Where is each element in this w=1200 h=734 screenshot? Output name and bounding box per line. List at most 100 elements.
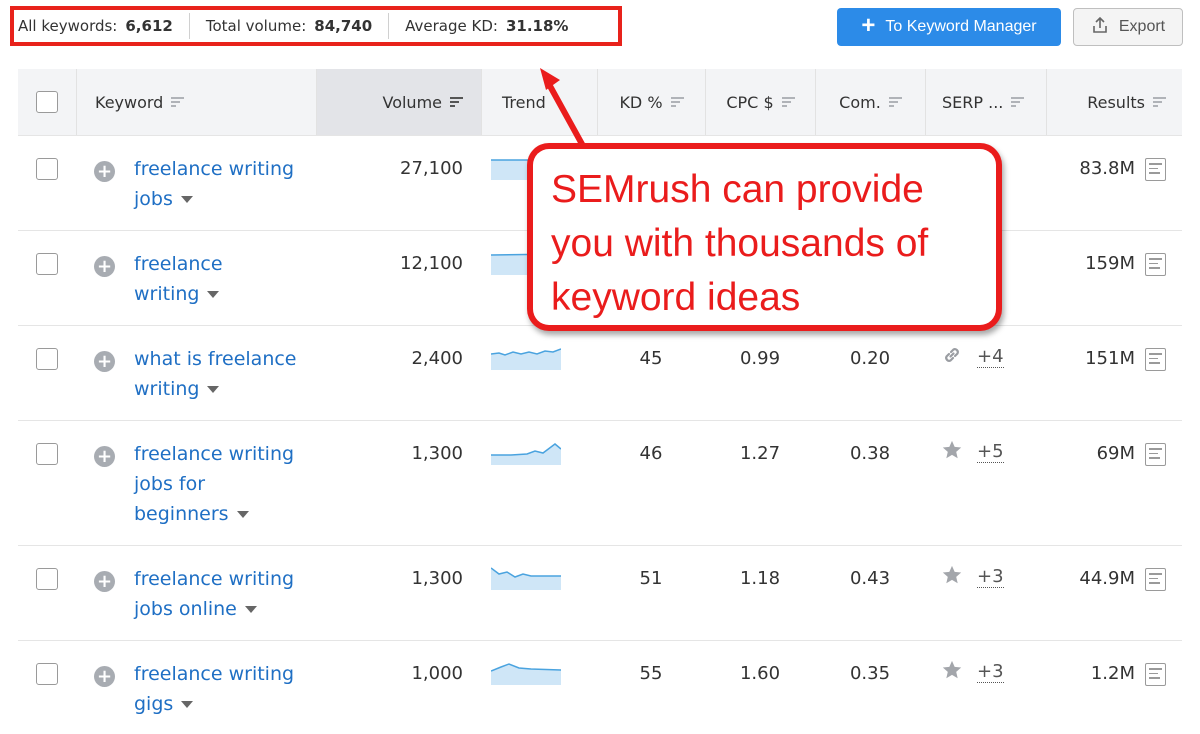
trend-sparkline [481, 326, 597, 420]
serp-snapshot-icon[interactable] [1145, 253, 1166, 276]
export-button[interactable]: Export [1073, 8, 1183, 46]
annotation-text: SEMrush can provide you with thousands o… [533, 149, 996, 325]
row-checkbox[interactable] [36, 443, 58, 465]
column-serp-label: SERP ... [942, 92, 1004, 112]
chevron-down-icon[interactable] [207, 291, 220, 298]
add-keyword-icon[interactable]: + [94, 446, 115, 467]
serp-cell: +4 [925, 326, 1046, 380]
volume-cell: 27,100 [400, 158, 463, 179]
plus-icon: + [861, 12, 876, 39]
average-kd-label: Average KD: [405, 17, 498, 35]
keyword-link[interactable]: what is freelance writing [134, 344, 309, 404]
results-cell: 1.2M [1046, 641, 1182, 733]
serp-snapshot-icon[interactable] [1145, 663, 1166, 686]
serp-features-more[interactable]: +5 [977, 441, 1004, 463]
keyword-link[interactable]: freelance writing gigs [134, 659, 309, 719]
competition-cell: 0.20 [849, 348, 891, 369]
serp-snapshot-icon[interactable] [1145, 158, 1166, 181]
keyword-link[interactable]: freelance writing jobs online [134, 564, 309, 624]
row-checkbox[interactable] [36, 568, 58, 590]
to-keyword-manager-button[interactable]: + To Keyword Manager [837, 8, 1061, 46]
column-results[interactable]: Results [1046, 69, 1182, 135]
chevron-down-icon[interactable] [244, 606, 257, 613]
results-value: 44.9M [1079, 568, 1135, 589]
keyword-link[interactable]: freelance writing [134, 249, 309, 309]
average-kd-stat: Average KD: 31.18% [388, 13, 584, 39]
volume-cell: 2,400 [411, 348, 463, 369]
results-cell: 159M [1046, 231, 1182, 325]
sort-icon [888, 95, 902, 109]
table-row: + freelance writing jobs online 1,300 51 … [18, 546, 1182, 641]
add-keyword-icon[interactable]: + [94, 666, 115, 687]
callout-line: SEMrush can provide [551, 168, 924, 211]
add-keyword-icon[interactable]: + [94, 256, 115, 277]
table-row: + what is freelance writing 2,400 45 0.99… [18, 326, 1182, 421]
column-cpc[interactable]: CPC $ [705, 69, 815, 135]
column-serp-features[interactable]: SERP ... [925, 69, 1046, 135]
trend-sparkline [481, 546, 597, 640]
volume-cell: 1,300 [411, 443, 463, 464]
serp-snapshot-icon[interactable] [1145, 348, 1166, 371]
all-keywords-stat: All keywords: 6,612 [14, 13, 189, 39]
competition-cell: 0.43 [849, 568, 891, 589]
column-keyword-label: Keyword [95, 92, 164, 112]
total-volume-stat: Total volume: 84,740 [188, 13, 388, 39]
results-cell: 44.9M [1046, 546, 1182, 640]
all-keywords-value: 6,612 [125, 17, 173, 35]
keyword-link[interactable]: freelance writing jobs [134, 154, 309, 214]
chevron-down-icon[interactable] [236, 511, 249, 518]
column-keyword[interactable]: Keyword [76, 69, 316, 135]
column-volume[interactable]: Volume [316, 69, 481, 135]
star-icon [941, 564, 963, 591]
cpc-cell: 1.27 [739, 443, 781, 464]
export-label: Export [1118, 18, 1166, 35]
total-volume-value: 84,740 [314, 17, 373, 35]
chevron-down-icon[interactable] [181, 701, 194, 708]
serp-snapshot-icon[interactable] [1145, 443, 1166, 466]
serp-snapshot-icon[interactable] [1145, 568, 1166, 591]
table-row: + freelance writing gigs 1,000 55 1.60 0.… [18, 641, 1182, 733]
column-competition[interactable]: Com. [815, 69, 925, 135]
row-checkbox[interactable] [36, 663, 58, 685]
select-all-checkbox[interactable] [36, 91, 58, 113]
results-value: 1.2M [1090, 663, 1135, 684]
row-checkbox[interactable] [36, 253, 58, 275]
volume-cell: 1,000 [411, 663, 463, 684]
add-keyword-icon[interactable]: + [94, 571, 115, 592]
export-icon [1091, 16, 1109, 39]
cpc-cell: 0.99 [739, 348, 781, 369]
add-keyword-icon[interactable]: + [94, 161, 115, 182]
chevron-down-icon[interactable] [180, 196, 193, 203]
serp-features-more[interactable]: +3 [977, 566, 1004, 588]
results-value: 69M [1096, 443, 1135, 464]
serp-features-more[interactable]: +4 [977, 346, 1004, 368]
results-cell: 151M [1046, 326, 1182, 420]
kd-cell: 46 [639, 443, 663, 464]
column-kd[interactable]: KD % [597, 69, 705, 135]
keyword-link[interactable]: freelance writing jobs for beginners [134, 439, 309, 529]
serp-cell: +5 [925, 421, 1046, 475]
competition-cell: 0.35 [849, 663, 891, 684]
results-cell: 83.8M [1046, 136, 1182, 230]
callout-line: you with thousands of [551, 222, 929, 265]
sort-icon [670, 95, 684, 109]
column-volume-label: Volume [382, 92, 442, 112]
all-keywords-label: All keywords: [18, 17, 118, 35]
serp-features-more[interactable]: +3 [977, 661, 1004, 683]
link-icon [941, 344, 963, 371]
results-value: 83.8M [1079, 158, 1135, 179]
row-checkbox[interactable] [36, 158, 58, 180]
sort-icon [171, 95, 185, 109]
competition-cell: 0.38 [849, 443, 891, 464]
serp-cell: +3 [925, 641, 1046, 695]
row-checkbox[interactable] [36, 348, 58, 370]
sort-icon [781, 95, 795, 109]
cpc-cell: 1.18 [739, 568, 781, 589]
volume-cell: 1,300 [411, 568, 463, 589]
add-keyword-icon[interactable]: + [94, 351, 115, 372]
keyword-summary-bar: All keywords: 6,612 Total volume: 84,740… [10, 6, 622, 46]
results-value: 151M [1085, 348, 1135, 369]
kd-cell: 51 [639, 568, 663, 589]
chevron-down-icon[interactable] [207, 386, 220, 393]
volume-cell: 12,100 [400, 253, 463, 274]
